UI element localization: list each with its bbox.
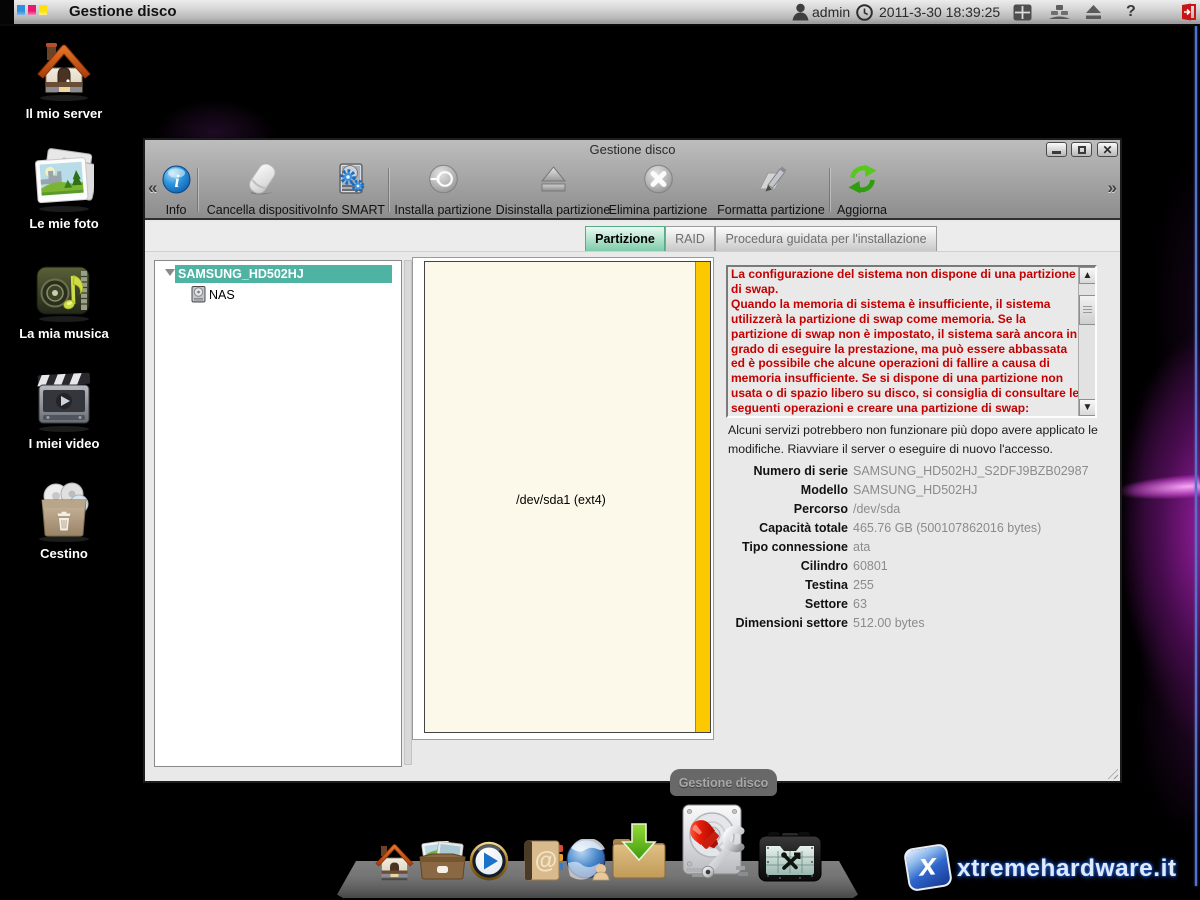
svg-text:@: @ [535, 847, 557, 873]
